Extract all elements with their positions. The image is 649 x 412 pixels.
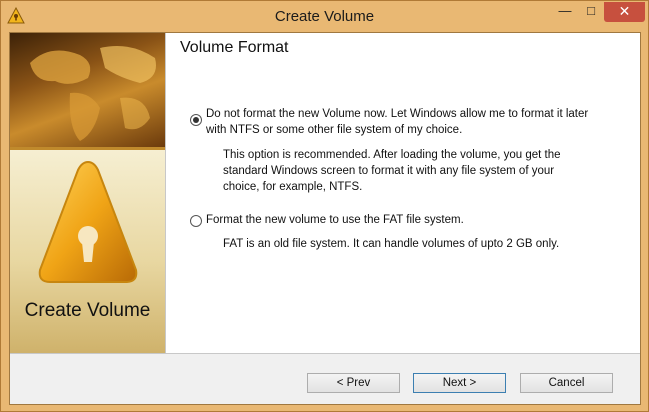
world-map-image	[10, 33, 165, 147]
option-no-format-line1: Do not format the new Volume now. Let Wi…	[206, 108, 589, 120]
option-fat-description: FAT is an old file system. It can handle…	[223, 238, 560, 250]
desc-line: standard Windows screen to format it wit…	[223, 165, 555, 177]
radio-no-format[interactable]	[190, 114, 202, 126]
option-no-format-description: This option is recommended. After loadin…	[223, 147, 561, 195]
warning-keyhole-icon	[38, 160, 138, 283]
next-button[interactable]: Next >	[413, 373, 506, 393]
maximize-button[interactable]: □	[578, 2, 604, 22]
title-bar[interactable]: Create Volume — □ ✕	[1, 1, 648, 33]
sidebar-title: Create Volume	[24, 300, 151, 321]
minimize-button[interactable]: —	[552, 2, 578, 22]
option-no-format-line2: with NTFS or some other file system of m…	[206, 124, 463, 136]
close-button[interactable]: ✕	[604, 2, 645, 22]
globe-icon	[30, 45, 156, 141]
window-title: Create Volume	[274, 8, 375, 25]
wizard-body: Create Volume Volume Format Do not forma…	[9, 32, 641, 405]
option-fat-label[interactable]: Format the new volume to use the FAT fil…	[206, 212, 464, 228]
footer-divider	[10, 353, 640, 354]
banner-lower: Create Volume	[10, 150, 165, 353]
prev-button[interactable]: < Prev	[307, 373, 400, 393]
radio-fat-format[interactable]	[190, 215, 202, 227]
desc-line: This option is recommended. After loadin…	[223, 149, 561, 161]
desc-line: choice, for example, NTFS.	[223, 181, 363, 193]
app-window: Create Volume — □ ✕ Create Volume Volume…	[0, 0, 649, 412]
format-panel: Volume Format Do not format the new Volu…	[165, 33, 640, 353]
page-title: Volume Format	[180, 39, 289, 56]
option-no-format-label[interactable]: Do not format the new Volume now. Let Wi…	[206, 106, 588, 138]
sidebar-banner: Create Volume	[10, 33, 165, 353]
cancel-button[interactable]: Cancel	[520, 373, 613, 393]
